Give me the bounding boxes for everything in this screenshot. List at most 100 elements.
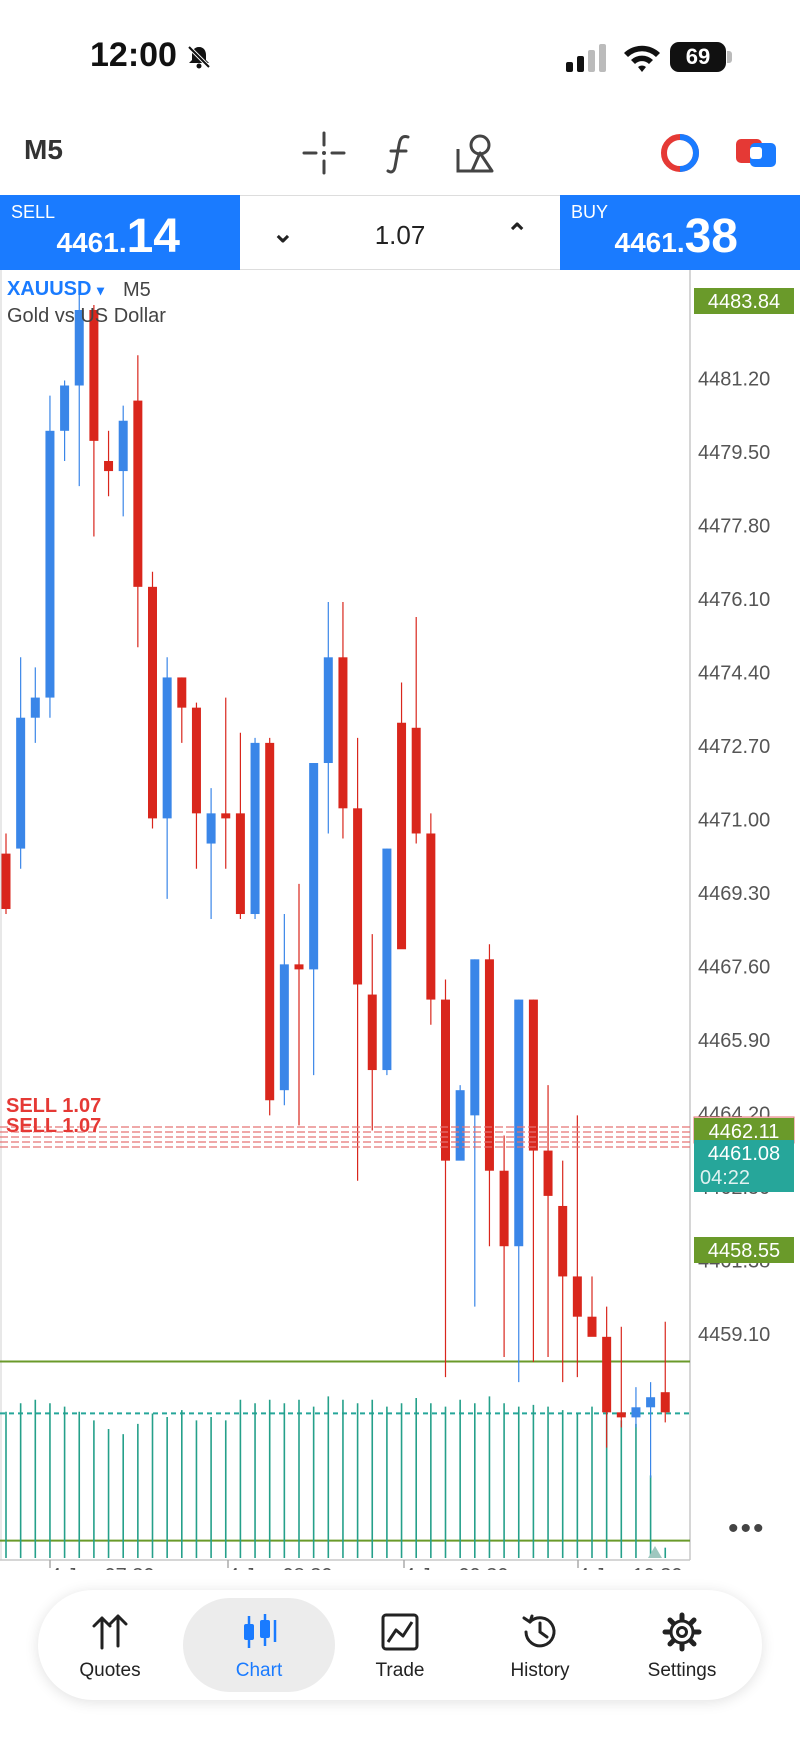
candle-body xyxy=(148,586,157,819)
status-time: 12:00 xyxy=(90,36,177,74)
nav-trade-label: Trade xyxy=(375,1660,425,1681)
crosshair-icon[interactable] xyxy=(302,131,346,175)
sell-price-big: 14 xyxy=(126,210,180,263)
battery-tip xyxy=(727,51,732,63)
candle-body xyxy=(118,420,128,472)
candle-body xyxy=(265,742,275,1101)
objects-icon[interactable] xyxy=(454,131,498,175)
candle-body xyxy=(235,813,245,915)
order-label: SELL 1.07 xyxy=(6,1095,101,1117)
quotes-arrows-icon xyxy=(92,1614,128,1650)
candle-body xyxy=(543,1150,553,1196)
trade-chart-icon xyxy=(381,1613,419,1651)
buy-label: BUY xyxy=(571,202,609,222)
candle-body xyxy=(470,959,480,1116)
bell-off-icon xyxy=(187,45,211,69)
candle-body xyxy=(646,1397,656,1408)
symbol-description: Gold vs US Dollar xyxy=(7,305,166,327)
candle-body xyxy=(104,461,114,472)
wifi-icon xyxy=(624,45,660,72)
y-tick-label: 4471.00 xyxy=(698,810,770,832)
candle-body xyxy=(660,1392,670,1413)
candle-body xyxy=(162,677,172,819)
candle-body xyxy=(499,1170,509,1247)
price-chart[interactable]: SELL 1.07SELL 1.07 4482.904481.204479.50… xyxy=(0,270,800,1570)
symbol-name[interactable]: XAUUSD ▾ xyxy=(7,278,104,301)
nav-history[interactable]: History xyxy=(468,1590,612,1700)
candle-body xyxy=(602,1336,612,1413)
more-options-icon[interactable]: ••• xyxy=(728,1512,766,1546)
buy-button[interactable]: BUY 4461.38 xyxy=(560,195,800,270)
candle-body xyxy=(367,994,377,1071)
symbol-dropdown-icon[interactable]: ▾ xyxy=(97,282,104,298)
x-tick-label: 4 Jun 07:30 xyxy=(50,1565,155,1570)
chart-candles-icon xyxy=(244,1614,277,1648)
link-icon[interactable] xyxy=(734,131,778,175)
candle-body xyxy=(353,808,363,985)
cellular-signal-icon xyxy=(566,44,606,72)
candle-body xyxy=(323,657,333,764)
candle-body xyxy=(382,848,392,1071)
candle-body xyxy=(60,385,70,431)
sell-price-small: 4461. xyxy=(56,227,127,258)
y-tick-label: 4465.90 xyxy=(698,1030,770,1052)
nav-history-label: History xyxy=(510,1660,570,1681)
nav-chart[interactable]: Chart xyxy=(183,1598,335,1692)
candle-body xyxy=(206,813,216,844)
candle-body xyxy=(309,763,319,970)
symbol-timeframe: M5 xyxy=(123,279,151,301)
y-tick-label: 4469.30 xyxy=(698,883,770,905)
candle-body xyxy=(1,853,11,909)
candle-body xyxy=(572,1276,582,1317)
history-clock-icon xyxy=(522,1614,556,1648)
y-tick-label: 4459.10 xyxy=(698,1324,770,1346)
candle-body xyxy=(484,959,494,1171)
one-click-trading-icon[interactable] xyxy=(658,131,702,175)
candle-body xyxy=(426,833,436,1000)
x-tick-label: 4 Jun 08:30 xyxy=(228,1565,333,1570)
candle-body xyxy=(221,813,231,819)
y-tick-label: 4476.10 xyxy=(698,589,770,611)
function-icon[interactable] xyxy=(378,131,422,175)
candle-body xyxy=(250,742,260,915)
bottom-level-label: 4458.55 xyxy=(708,1240,780,1262)
x-tick-label: 4 Jun 09:30 xyxy=(404,1565,509,1570)
sell-label: SELL xyxy=(11,202,56,222)
buy-price-big: 38 xyxy=(684,210,738,263)
candle-body xyxy=(411,727,421,834)
nav-settings-label: Settings xyxy=(647,1660,717,1681)
candle-body xyxy=(455,1090,465,1161)
lot-stepper: ⌄ 1.07 ⌃ xyxy=(240,195,560,270)
y-tick-label: 4472.70 xyxy=(698,736,770,758)
timeframe-selector[interactable]: M5 xyxy=(24,134,63,166)
candle-body xyxy=(294,964,304,970)
candle-body xyxy=(133,400,143,587)
lot-increase-button[interactable]: ⌃ xyxy=(506,218,528,249)
bid-price-label: 4461.08 xyxy=(708,1143,780,1165)
sell-button[interactable]: SELL 4461.14 xyxy=(0,195,240,270)
nav-quotes[interactable]: Quotes xyxy=(38,1590,182,1700)
y-tick-label: 4477.80 xyxy=(698,516,770,538)
nav-chart-label: Chart xyxy=(235,1660,283,1681)
y-tick-label: 4467.60 xyxy=(698,957,770,979)
nav-trade[interactable]: Trade xyxy=(328,1590,472,1700)
candle-body xyxy=(30,697,40,718)
candle-body xyxy=(631,1407,641,1418)
candle-body xyxy=(16,717,26,849)
position-price-label: 4462.11 xyxy=(709,1121,780,1143)
candle-body xyxy=(558,1205,568,1277)
candle-body xyxy=(177,677,187,708)
y-tick-label: 4481.20 xyxy=(698,369,770,391)
candle-body xyxy=(587,1316,597,1337)
y-tick-label: 4479.50 xyxy=(698,442,770,464)
y-tick-label: 4474.40 xyxy=(698,663,770,685)
battery-icon: 69 xyxy=(670,42,726,72)
nav-quotes-label: Quotes xyxy=(79,1660,141,1681)
order-label: SELL 1.07 xyxy=(6,1115,101,1137)
buy-price-small: 4461. xyxy=(614,227,685,258)
nav-settings[interactable]: Settings xyxy=(610,1590,754,1700)
candle-body xyxy=(191,707,201,814)
settings-gear-icon xyxy=(662,1612,702,1652)
candle-body xyxy=(514,999,524,1247)
candle-body xyxy=(528,999,538,1151)
